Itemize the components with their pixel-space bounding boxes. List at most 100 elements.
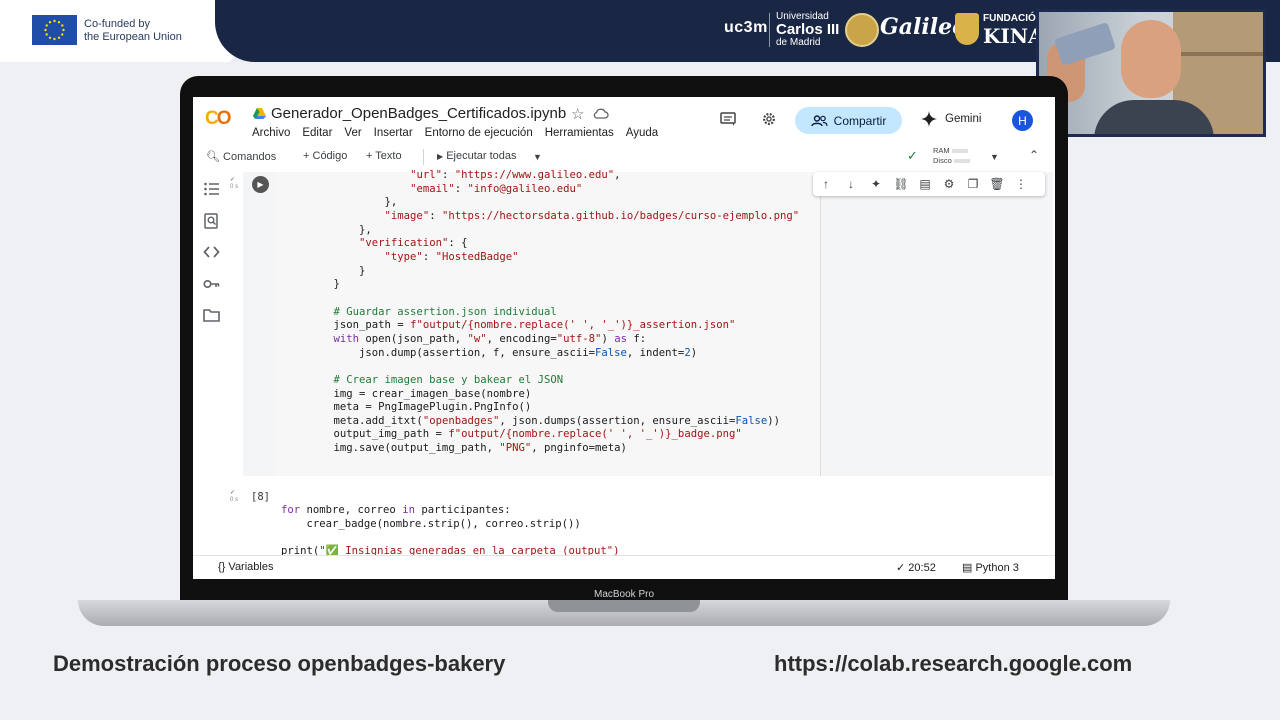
add-text-label: Texto [375,150,402,162]
secrets-key-icon[interactable] [203,276,220,292]
star-icon[interactable]: ☆ [571,105,584,123]
comment-icon[interactable]: ▤ [917,176,933,192]
kernel-status[interactable]: ▤ Python 3 [962,561,1019,574]
run-cell-button[interactable]: ▶ [252,176,269,193]
code-line: meta = PngImagePlugin.PngInfo() [308,401,532,414]
colab-logo[interactable]: CO [205,108,231,130]
cell-2-exec-time: 0 s [230,497,239,503]
check-icon: ✓ [230,490,236,496]
code-line: } [308,278,340,291]
run-all-label: Ejecutar todas [446,150,517,162]
university-logo-text: Universidad Carlos III de Madrid [776,11,839,48]
presenter-head [1121,20,1181,98]
code-line: crear_badge(nombre.strip(), correo.strip… [281,517,581,530]
add-code-button[interactable]: + Código [303,150,347,162]
code-line: }, [308,196,398,209]
commands-label: Comandos [223,151,277,163]
presenter-banknotes [1054,22,1116,66]
uc3m-logo: uc3m [724,19,768,36]
univ-line2: Carlos III [776,21,840,38]
execution-time: 20:52 [908,562,936,574]
gemini-sparkle-icon[interactable]: ✦ [868,176,884,192]
disk-label: Disco [933,156,952,165]
cell-1-code[interactable]: "url": "https://www.galileo.edu", "email… [308,169,800,456]
code-line: # Guardar assertion.json individual [333,305,557,318]
kernel-label: Python 3 [975,562,1019,574]
braces-icon: {} [218,561,226,573]
check-icon: ✓ [896,562,906,574]
eu-funding-text: Co-funded by the European Union [84,18,182,44]
code-line: json_path = f"output/{nombre.replace(' '… [308,319,736,332]
colab-screen: CO Generador_OpenBadges_Certificados.ipy… [193,97,1055,579]
resource-monitor[interactable]: RAM Disco [933,146,970,166]
people-icon [810,114,828,126]
menu-herramientas[interactable]: Herramientas [545,127,614,139]
play-icon: ▶ [437,152,444,161]
cell-toolbar: ↑ ↓ ✦ ⛓ ▤ ⚙ ❐ 🗑︎ ⋮ [813,172,1045,196]
menu-archivo[interactable]: Archivo [252,127,290,139]
share-label: Compartir [833,113,887,128]
drive-icon [253,108,266,119]
menu-ver[interactable]: Ver [344,127,361,139]
share-button[interactable]: Compartir [795,107,902,134]
menu-ayuda[interactable]: Ayuda [626,127,658,139]
webcam-shelf [1173,52,1263,56]
plus-icon: + [303,150,310,162]
avatar[interactable]: H [1012,110,1033,131]
connected-check-icon: ✓ [907,148,918,163]
mirror-cell-icon[interactable]: ❐ [965,176,981,192]
code-line: output_img_path = f"output/{nombre.repla… [308,428,742,441]
left-sidebar [193,169,229,549]
gear-icon[interactable]: ⚙ [941,176,957,192]
runtime-dropdown-icon[interactable]: ▼ [990,152,999,162]
ram-bar [951,149,968,154]
cloud-saved-icon[interactable] [593,107,609,119]
eu-text-line1: Co-funded by [84,18,151,30]
laptop-notch [548,600,700,612]
gemini-button[interactable]: Gemini [921,111,981,127]
table-of-contents-icon[interactable] [203,181,220,197]
status-bar: {} Variables ✓ 20:52 ▤ Python 3 [193,555,1055,579]
comment-icon[interactable] [719,111,737,127]
menu-bar: Archivo Editar Ver Insertar Entorno de e… [252,127,670,139]
find-replace-icon[interactable] [203,213,220,229]
cell-2-code[interactable]: for nombre, correo in participantes: cre… [281,504,619,559]
kinai-shield-icon [955,13,979,45]
variables-label: Variables [228,561,274,573]
code-line: meta.add_itxt("openbadges", json.dumps(a… [308,414,781,427]
collapse-header-icon[interactable]: ⌃ [1029,148,1039,162]
link-icon[interactable]: ⛓ [893,176,909,192]
cell-1-exec-status: ✓ 0 s [230,177,238,191]
move-up-icon[interactable]: ↑ [818,176,834,192]
code-line: for nombre, correo in participantes: [281,504,511,516]
menu-insertar[interactable]: Insertar [374,127,413,139]
laptop-model-label: MacBook Pro [593,589,655,600]
menu-editar[interactable]: Editar [302,127,332,139]
move-down-icon[interactable]: ↓ [843,176,859,192]
search-icon: 🔍︎ [206,151,220,163]
code-snippets-icon[interactable] [203,244,220,260]
add-text-button[interactable]: + Texto [366,150,402,162]
cell-1-divider [820,172,821,476]
check-icon: ✓ [230,177,236,183]
cell-1-exec-time: 0 s [230,184,239,190]
variables-button[interactable]: {} Variables [218,561,273,573]
univ-line3: de Madrid [776,37,821,48]
run-all-dropdown-icon[interactable]: ▼ [533,152,542,162]
notebook-title[interactable]: Generador_OpenBadges_Certificados.ipynb [271,105,566,122]
delete-icon[interactable]: 🗑︎ [989,176,1005,192]
code-line: "url": "https://www.galileo.edu", [410,169,621,181]
webcam-overlay [1036,9,1266,137]
demo-caption: Demostración proceso openbadges-bakery [53,651,506,676]
commands-button[interactable]: 🔍︎ Comandos [206,150,276,163]
gemini-label: Gemini [945,113,982,125]
execution-time-status[interactable]: ✓ 20:52 [896,561,936,574]
galileo-logo: Galileo [880,14,967,40]
cell-2-execution-count: [8] [251,491,270,503]
folder-icon[interactable] [203,307,220,323]
menu-entorno[interactable]: Entorno de ejecución [425,127,533,139]
more-options-icon[interactable]: ⋮ [1013,176,1029,192]
eu-text-line2: the European Union [84,31,182,43]
gear-icon[interactable] [760,111,778,127]
run-all-button[interactable]: ▶ Ejecutar todas [437,150,517,162]
